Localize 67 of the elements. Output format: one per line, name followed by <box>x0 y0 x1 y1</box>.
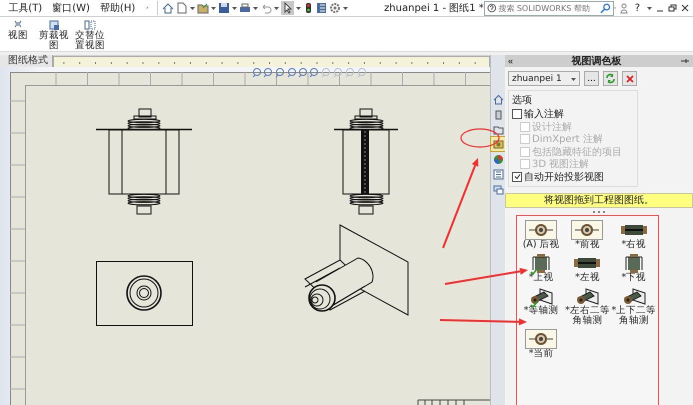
restore-icon[interactable] <box>668 4 677 12</box>
settings-icon[interactable] <box>329 2 342 14</box>
view-label: *下视 <box>620 273 648 283</box>
new-document-icon[interactable] <box>176 2 188 14</box>
part-icon <box>492 108 504 120</box>
clear-button[interactable] <box>622 71 637 86</box>
help-menu[interactable]: ? <box>634 2 640 14</box>
menu-item[interactable]: 窗口(W) <box>48 1 94 15</box>
window-title: zhuanpei 1 - 图纸1 * <box>384 2 484 15</box>
view-label: *左视 <box>574 273 601 283</box>
browse-button[interactable]: ... <box>584 71 599 86</box>
search-field[interactable]: 搜索 SOLIDWORKS 帮助 <box>484 0 614 16</box>
pointer-icon[interactable] <box>282 2 294 14</box>
caret-icon[interactable] <box>211 4 216 12</box>
home-icon[interactable] <box>162 2 174 14</box>
close-icon <box>624 74 634 84</box>
model-dropdown[interactable]: zhuanpei 1 <box>508 71 580 86</box>
search-icon[interactable] <box>600 2 611 14</box>
view-palette-icon <box>492 138 504 150</box>
checkmark-icon <box>530 268 538 275</box>
side-tab[interactable] <box>491 152 505 166</box>
refresh-button[interactable] <box>603 71 618 86</box>
ribbon-button[interactable]: 交替位置视图 <box>72 17 108 52</box>
view-label: *当前 <box>528 349 555 359</box>
side-tab[interactable] <box>491 167 505 181</box>
group-title: 选项 <box>512 94 533 107</box>
caret-icon[interactable] <box>343 4 348 12</box>
collapse-button[interactable]: « <box>508 56 514 66</box>
caret-icon[interactable] <box>190 4 196 12</box>
annotation-ellipse <box>460 128 500 148</box>
view-thumbnail[interactable] <box>571 220 604 240</box>
ribbon-button[interactable]: 视图 <box>0 17 36 42</box>
grip-icon[interactable] <box>592 210 606 214</box>
view-label: *上视 <box>528 273 555 283</box>
caret-icon[interactable] <box>253 4 258 12</box>
print-icon[interactable] <box>239 2 252 14</box>
color-wheel-icon <box>492 154 504 164</box>
view-label: *上下二等角轴测 <box>610 306 657 326</box>
view-label: *左右二等角轴测 <box>564 306 610 326</box>
side-tab[interactable] <box>491 137 505 151</box>
home-icon <box>492 94 504 104</box>
view-label: *右视 <box>620 240 648 250</box>
save-icon[interactable] <box>218 2 230 14</box>
refresh-icon <box>605 73 616 84</box>
caret-icon[interactable] <box>647 4 652 12</box>
list-icon[interactable] <box>316 2 328 14</box>
sheet-tab[interactable]: 图纸格式 <box>0 55 53 67</box>
option-checkbox[interactable]: 输入注解 <box>512 108 634 120</box>
hint-banner: 将视图拖到工程图图纸。 <box>505 193 693 208</box>
menu-item[interactable]: 工具(T) <box>4 1 46 15</box>
open-folder-icon[interactable] <box>197 2 210 14</box>
close-icon[interactable] <box>681 4 689 12</box>
caret-icon[interactable] <box>232 4 238 12</box>
check-icon <box>514 173 520 180</box>
side-tab[interactable] <box>491 92 505 106</box>
folder-icon <box>492 124 504 134</box>
option-checkbox[interactable]: 自动开始投影视图 <box>512 170 634 183</box>
crop-view-icon <box>48 19 60 31</box>
panel-title: 视图调色板 <box>570 54 622 68</box>
user-icon[interactable] <box>620 2 628 14</box>
ribbon-button[interactable]: 剪裁视图 <box>36 17 72 52</box>
menu-item[interactable]: 帮助(H) <box>96 1 140 15</box>
view-thumbnail[interactable] <box>525 329 558 349</box>
alternate-view-icon <box>84 19 96 31</box>
pin-icon[interactable] <box>680 57 690 65</box>
view-thumbnail[interactable] <box>525 220 558 240</box>
help-circle-icon <box>486 3 496 13</box>
